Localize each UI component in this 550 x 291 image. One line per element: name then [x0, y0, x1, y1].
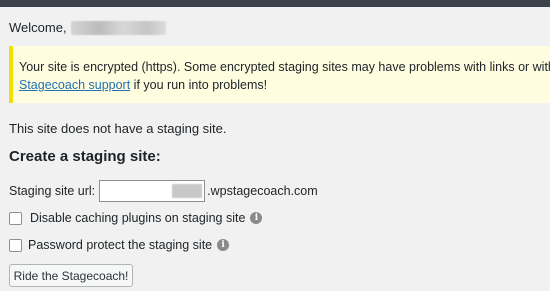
password-protect-row: Password protect the staging site i	[9, 238, 230, 252]
welcome-line: Welcome,	[9, 20, 166, 35]
password-protect-checkbox[interactable]	[9, 238, 22, 252]
disable-caching-row: Disable caching plugins on staging site …	[9, 211, 263, 225]
info-icon[interactable]: i	[250, 212, 263, 224]
staging-url-row: Staging site url: .wpstagecoach.com	[9, 180, 318, 202]
staging-url-label: Staging site url:	[9, 184, 96, 198]
notice-text: Your site is encrypted (https). Some enc…	[19, 60, 550, 74]
blurred-url-text	[172, 184, 203, 198]
admin-topbar	[0, 0, 550, 7]
disable-caching-label[interactable]: Disable caching plugins on staging site	[30, 211, 245, 225]
info-icon[interactable]: i	[217, 239, 230, 251]
staging-url-input[interactable]	[99, 180, 206, 202]
stagecoach-support-link[interactable]: Stagecoach support	[19, 78, 130, 92]
disable-caching-checkbox[interactable]	[9, 211, 22, 225]
create-staging-heading: Create a staging site:	[9, 148, 161, 165]
welcome-label: Welcome,	[9, 20, 67, 35]
ride-stagecoach-button[interactable]: Ride the Stagecoach!	[9, 264, 133, 287]
https-notice: Your site is encrypted (https). Some enc…	[9, 46, 550, 103]
password-protect-label[interactable]: Password protect the staging site	[28, 238, 212, 252]
blurred-username	[70, 20, 166, 35]
staging-status: This site does not have a staging site.	[9, 121, 227, 136]
notice-after-link: if you run into problems!	[130, 78, 268, 92]
staging-url-suffix: .wpstagecoach.com	[207, 184, 318, 198]
